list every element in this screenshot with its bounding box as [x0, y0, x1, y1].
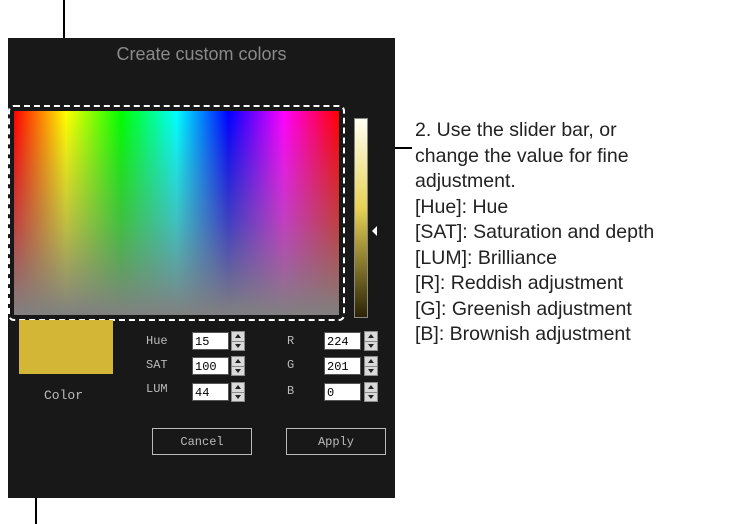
dialog-title: Create custom colors — [116, 44, 287, 64]
sat-label: SAT — [146, 358, 168, 372]
hue-input[interactable]: 15 — [192, 332, 229, 350]
sat-input[interactable]: 100 — [192, 357, 229, 375]
b-stepper[interactable] — [364, 382, 378, 402]
lum-input[interactable]: 44 — [192, 383, 229, 401]
stepper-up-icon[interactable] — [232, 383, 244, 392]
lum-label: LUM — [146, 382, 168, 396]
annotation-line: [LUM]: Brilliance — [415, 246, 557, 269]
r-label: R — [287, 334, 295, 348]
luminance-slider-thumb[interactable] — [372, 226, 377, 236]
annotation-line: [Hue]: Hue — [415, 195, 509, 218]
g-stepper[interactable] — [364, 356, 378, 376]
hue-stepper[interactable] — [231, 331, 245, 351]
stepper-up-icon[interactable] — [365, 332, 377, 341]
color-label: Color — [44, 388, 84, 403]
g-input[interactable]: 201 — [324, 357, 361, 375]
color-preview-swatch — [19, 320, 113, 374]
apply-button[interactable]: Apply — [286, 428, 386, 455]
b-label: B — [287, 384, 295, 398]
sat-stepper[interactable] — [231, 356, 245, 376]
annotation-line: [B]: Brownish adjustment — [415, 323, 631, 345]
stepper-down-icon[interactable] — [232, 392, 244, 402]
annotation-line: [R]: Reddish adjustment — [415, 272, 624, 294]
custom-color-dialog: Create custom colors Color Hue 15 SAT 10… — [8, 38, 395, 498]
stepper-up-icon[interactable] — [365, 383, 377, 392]
instruction-annotation: 2. Use the slider bar, or change the val… — [415, 118, 654, 348]
b-input[interactable]: 0 — [324, 383, 361, 401]
g-label: G — [287, 358, 295, 372]
stepper-up-icon[interactable] — [365, 357, 377, 366]
color-spectrum-picker[interactable] — [14, 111, 339, 315]
r-input[interactable]: 224 — [324, 332, 361, 350]
stepper-down-icon[interactable] — [365, 341, 377, 351]
annotation-line: [SAT]: Saturation and depth — [415, 221, 655, 243]
stepper-down-icon[interactable] — [232, 366, 244, 376]
cancel-button[interactable]: Cancel — [152, 428, 252, 455]
stepper-down-icon[interactable] — [232, 341, 244, 351]
annotation-line: [G]: Greenish adjustment — [415, 297, 632, 320]
stepper-up-icon[interactable] — [232, 332, 244, 341]
lum-stepper[interactable] — [231, 382, 245, 402]
hue-label: Hue — [146, 334, 168, 348]
r-stepper[interactable] — [364, 331, 378, 351]
stepper-down-icon[interactable] — [365, 366, 377, 376]
stepper-down-icon[interactable] — [365, 392, 377, 402]
spectrum-highlight-frame — [8, 105, 345, 321]
annotation-line: 2. Use the slider bar, or — [415, 119, 617, 141]
annotation-line: adjustment. — [415, 170, 516, 192]
stepper-up-icon[interactable] — [232, 357, 244, 366]
luminance-slider[interactable] — [354, 118, 368, 318]
annotation-line: change the value for fine — [415, 144, 629, 167]
